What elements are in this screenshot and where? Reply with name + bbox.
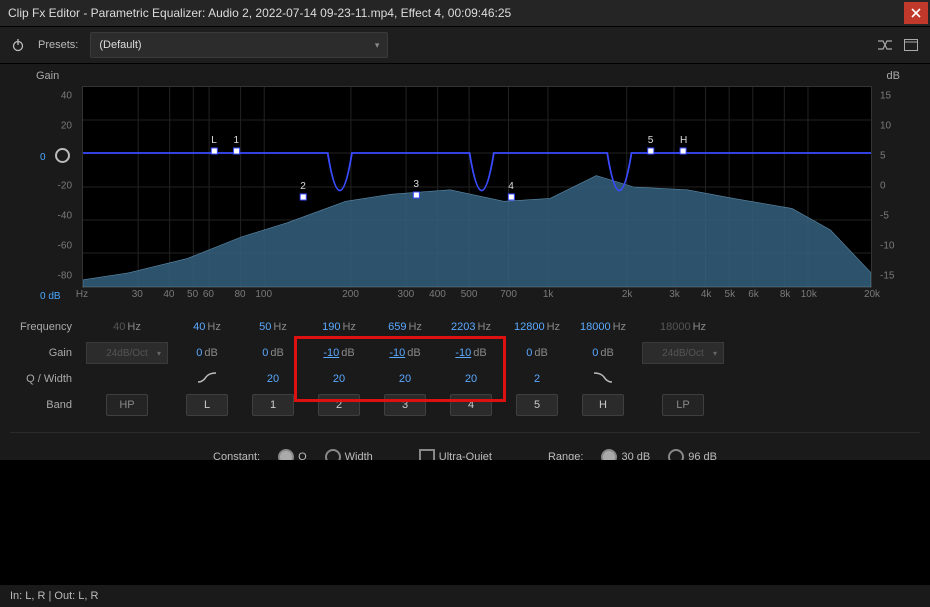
cell-qwidth-5[interactable]: 2 [504, 373, 570, 385]
param-row-gain: Gain24dB/Oct▾0dB0dB-10dB-10dB-10dB0dB0dB… [10, 340, 920, 366]
cell-gain-5[interactable]: 0dB [504, 347, 570, 359]
cell-band-HP: HP [80, 394, 174, 416]
svg-text:L: L [211, 135, 217, 146]
row-label: Frequency [10, 321, 80, 333]
eq-plot[interactable]: L 1 2 3 4 5 H [82, 86, 872, 288]
preset-dropdown[interactable]: (Default) ▾ [90, 32, 388, 58]
cell-qwidth-1[interactable]: 20 [240, 373, 306, 385]
close-button[interactable] [904, 2, 928, 24]
cell-gain-HP: 24dB/Oct▾ [80, 342, 174, 364]
power-icon[interactable] [10, 37, 26, 53]
cell-frequency-L[interactable]: 40Hz [174, 321, 240, 333]
window-title: Clip Fx Editor - Parametric Equalizer: A… [8, 6, 511, 20]
cell-qwidth-4[interactable]: 20 [438, 373, 504, 385]
zero-gain-indicator: 0 [40, 152, 46, 163]
band-button-4[interactable]: 4 [450, 394, 492, 416]
cell-frequency-1[interactable]: 50Hz [240, 321, 306, 333]
axis-left: 4020-20-40-60-80 [50, 86, 78, 286]
cell-qwidth-3[interactable]: 20 [372, 373, 438, 385]
band-button-HP[interactable]: HP [106, 394, 148, 416]
cell-gain-LP: 24dB/Oct▾ [636, 342, 730, 364]
param-row-frequency: Frequency40Hz40Hz50Hz190Hz659Hz2203Hz128… [10, 314, 920, 340]
cell-gain-1[interactable]: 0dB [240, 347, 306, 359]
presets-label: Presets: [38, 39, 78, 51]
cell-frequency-H[interactable]: 18000Hz [570, 321, 636, 333]
cell-frequency-5[interactable]: 12800Hz [504, 321, 570, 333]
param-row-band: Band HP L 1 2 3 4 5 H LP [10, 392, 920, 418]
toolbar: Presets: (Default) ▾ [0, 27, 930, 64]
row-label: Band [10, 399, 80, 411]
lower-panel [0, 460, 930, 585]
db-axis-label: dB [887, 70, 900, 82]
band-button-1[interactable]: 1 [252, 394, 294, 416]
axis-bottom: Hz30405060801002003004005007001k2k3k4k5k… [82, 286, 872, 302]
cell-band-H[interactable]: H [570, 394, 636, 416]
svg-text:H: H [680, 135, 687, 146]
gain-axis-label: Gain [36, 70, 59, 82]
cell-gain-H[interactable]: 0dB [570, 347, 636, 359]
param-row-qwidth: Q / Width202020202 [10, 366, 920, 392]
band-button-2[interactable]: 2 [318, 394, 360, 416]
row-label: Gain [10, 347, 80, 359]
cell-band-4[interactable]: 4 [438, 394, 504, 416]
cell-qwidth-2[interactable]: 20 [306, 373, 372, 385]
band-button-3[interactable]: 3 [384, 394, 426, 416]
preset-value: (Default) [99, 39, 141, 51]
cell-band-L[interactable]: L [174, 394, 240, 416]
cell-frequency-4[interactable]: 2203Hz [438, 321, 504, 333]
slope-select[interactable]: 24dB/Oct▾ [86, 342, 168, 364]
band-button-H[interactable]: H [582, 394, 624, 416]
band-button-L[interactable]: L [186, 394, 228, 416]
svg-text:3: 3 [413, 179, 419, 190]
cell-gain-3[interactable]: -10dB [372, 347, 438, 359]
cell-gain-L[interactable]: 0dB [174, 347, 240, 359]
cell-band-1[interactable]: 1 [240, 394, 306, 416]
svg-text:2: 2 [300, 181, 306, 192]
cell-band-5[interactable]: 5 [504, 394, 570, 416]
chevron-down-icon: ▾ [375, 40, 380, 51]
cell-gain-4[interactable]: -10dB [438, 347, 504, 359]
cell-band-3[interactable]: 3 [372, 394, 438, 416]
cell-band-LP: LP [636, 394, 730, 416]
cell-frequency-3[interactable]: 659Hz [372, 321, 438, 333]
io-status: In: L, R | Out: L, R [10, 590, 98, 602]
axis-right: 151050-5-10-15 [874, 86, 902, 286]
statusbar: In: L, R | Out: L, R [0, 585, 930, 607]
cell-gain-2[interactable]: -10dB [306, 347, 372, 359]
low-shelf-icon [197, 372, 217, 384]
svg-text:1: 1 [234, 135, 240, 146]
cell-qwidth-L[interactable] [174, 372, 240, 387]
high-shelf-icon [593, 372, 613, 384]
svg-text:4: 4 [508, 181, 514, 192]
titlebar: Clip Fx Editor - Parametric Equalizer: A… [0, 0, 930, 27]
routing-icon[interactable] [876, 36, 894, 54]
cell-frequency-2[interactable]: 190Hz [306, 321, 372, 333]
cell-frequency-LP: 18000Hz [636, 321, 730, 333]
param-table: Frequency40Hz40Hz50Hz190Hz659Hz2203Hz128… [10, 314, 920, 418]
eq-plot-area: Gain dB 0 4020-20-40-60-80 151050-5-10-1… [10, 70, 920, 302]
output-gain-label: 0 dB [40, 291, 61, 302]
cell-frequency-HP: 40Hz [80, 321, 174, 333]
cell-band-2[interactable]: 2 [306, 394, 372, 416]
window-icon[interactable] [902, 36, 920, 54]
cell-qwidth-H[interactable] [570, 372, 636, 387]
slope-select[interactable]: 24dB/Oct▾ [642, 342, 724, 364]
svg-text:5: 5 [648, 135, 654, 146]
band-button-LP[interactable]: LP [662, 394, 704, 416]
band-button-5[interactable]: 5 [516, 394, 558, 416]
row-label: Q / Width [10, 373, 80, 385]
